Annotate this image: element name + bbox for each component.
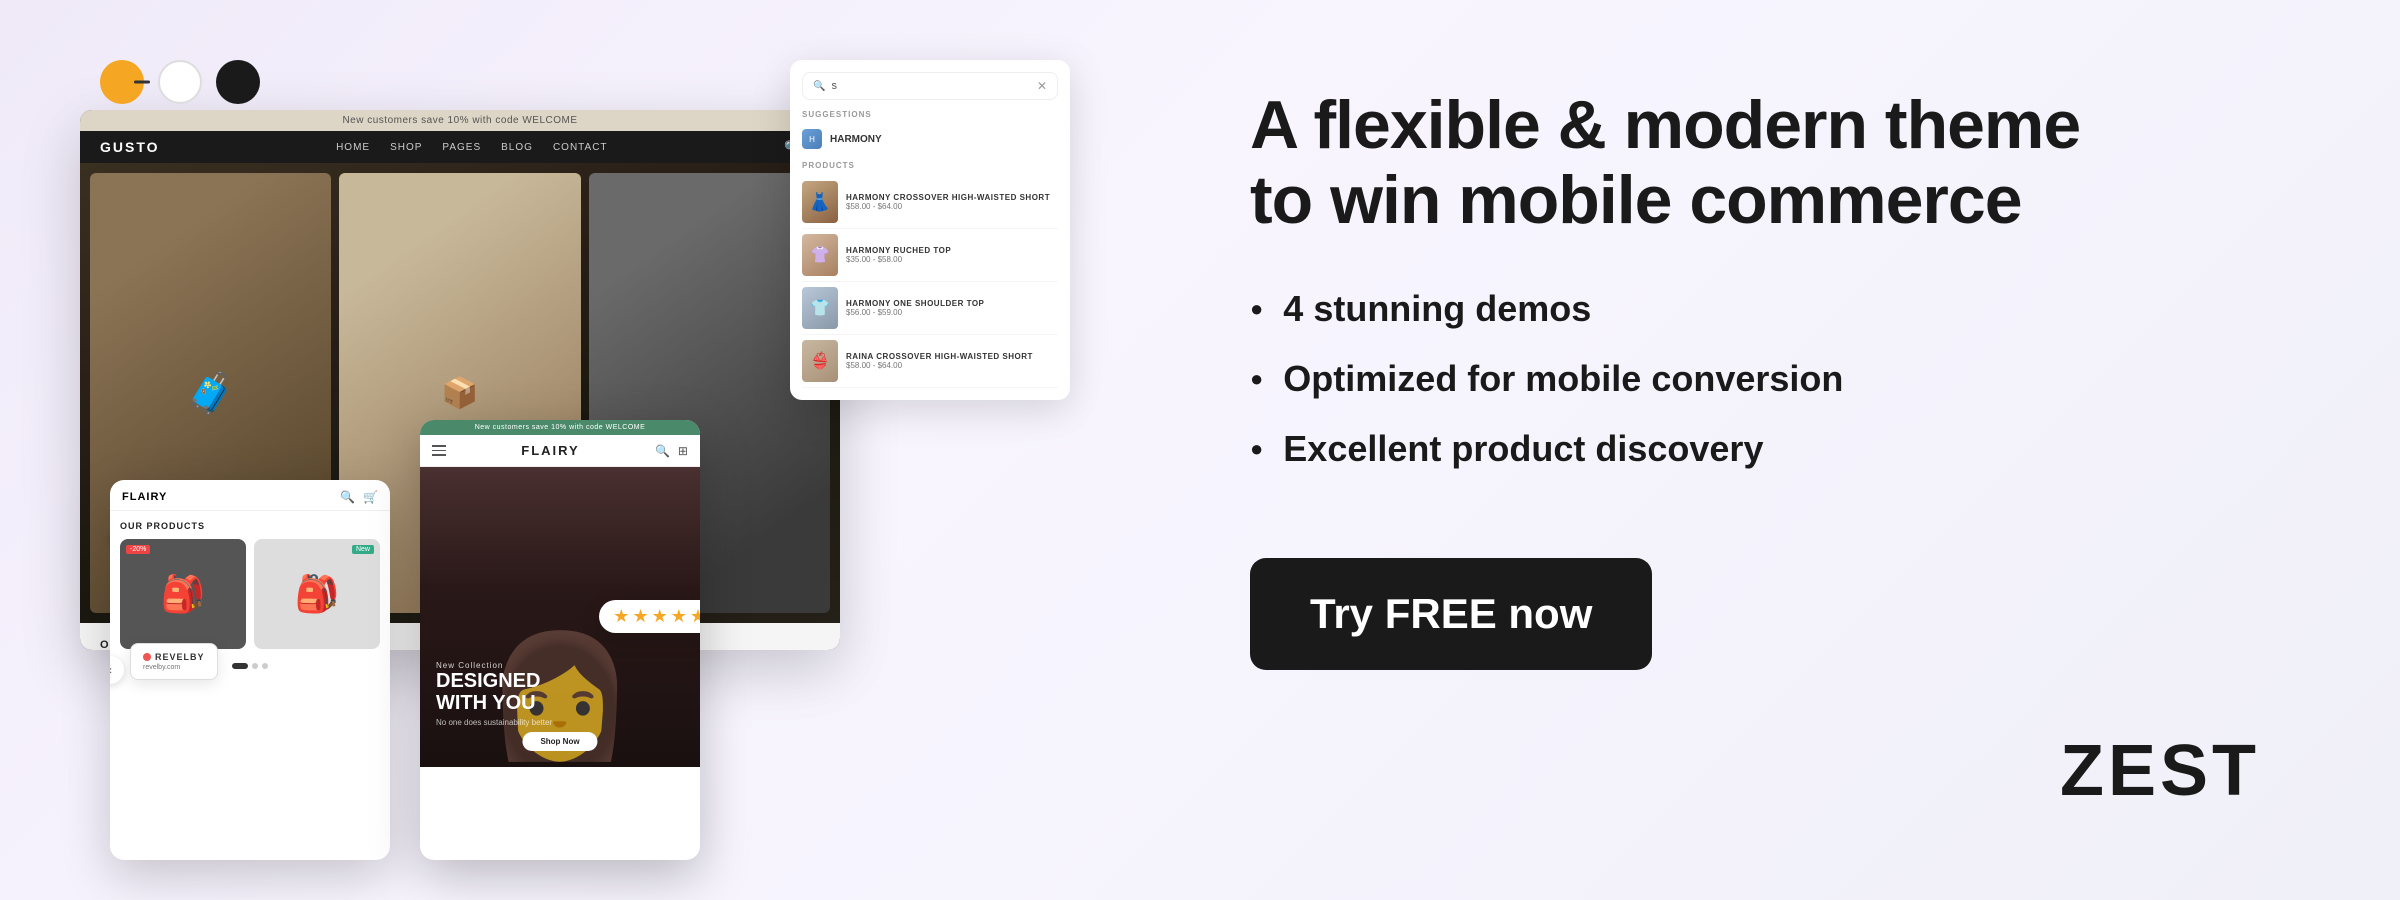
feature-1: 4 stunning demos [1250,288,2260,330]
nav-contact[interactable]: CONTACT [553,142,608,153]
hero-subtitle-mobile-2: No one does sustainability better [436,718,552,727]
nav-dots [100,60,260,104]
revelry-dot [143,653,151,661]
revelry-text: revelby.com [143,664,205,671]
star-2: ★ [632,606,648,627]
mobile-2-search-icon[interactable]: 🔍 [655,444,670,458]
mobile-product-img-1: 🎒 [120,539,246,649]
mobile-product-row: 🎒 -20% 🎒 New [120,539,380,649]
search-result-4[interactable]: 👙 RAINA CROSSOVER HIGH-WAISTED SHORT $58… [802,335,1058,388]
search-input-value[interactable]: s [831,80,1036,92]
search-info-3: HARMONY ONE SHOULDER TOP $56.00 - $59.00 [846,299,984,317]
new-collection-tag: New Collection [436,661,552,670]
suggestion-item[interactable]: H HARMONY [802,125,1058,153]
hero-headline-mobile-2: DESIGNED WITH YOU [436,670,552,714]
mobile-2-header: FLAIRY 🔍 ⊞ [420,435,700,467]
nav-links: HOME SHOP PAGES BLOG CONTACT [336,142,607,153]
site-header: GUSTO HOME SHOP PAGES BLOG CONTACT 🔍 🛒 [80,131,840,163]
welcome-bar: New customers save 10% with code WELCOME [80,110,840,131]
search-bar[interactable]: 🔍 s ✕ [802,72,1058,100]
star-4: ★ [671,606,687,627]
star-3: ★ [652,606,668,627]
search-popup: 🔍 s ✕ SUGGESTIONS H HARMONY PRODUCTS 👗 H… [790,60,1070,400]
mobile-product-1[interactable]: 🎒 -20% [120,539,246,649]
hamburger-menu-icon[interactable] [432,445,446,456]
search-product-price-3: $56.00 - $59.00 [846,308,984,317]
search-result-3[interactable]: 👕 HARMONY ONE SHOULDER TOP $56.00 - $59.… [802,282,1058,335]
search-product-price-4: $58.00 - $64.00 [846,361,1033,370]
stars-badge: ★ ★ ★ ★ ★ [599,600,700,633]
products-search-label: PRODUCTS [802,161,1058,170]
mobile-section-title: OUR PRODUCTS [120,521,380,531]
mobile-2-grid-icon[interactable]: ⊞ [678,444,688,458]
star-1: ★ [613,606,629,627]
suggestion-text: HARMONY [830,134,882,145]
nav-dot-1[interactable] [232,663,248,669]
features-list: 4 stunning demos Optimized for mobile co… [1250,288,2260,498]
search-product-name-2: HARMONY RUCHED TOP [846,246,951,255]
mobile-screenshot-1: ‹ FLAIRY 🔍 🛒 OUR PRODUCTS 🎒 -20% 🎒 [110,480,390,860]
mobile-1-header: FLAIRY 🔍 🛒 [110,480,390,511]
search-close-icon[interactable]: ✕ [1037,79,1047,93]
search-thumb-2: 👚 [802,234,838,276]
search-product-price-1: $58.00 - $64.00 [846,202,1050,211]
black-dot[interactable] [216,60,260,104]
mobile-product-2[interactable]: 🎒 New [254,539,380,649]
zest-logo: ZEST [2060,730,2260,812]
nav-shop[interactable]: SHOP [390,142,422,153]
mobile-2-shop-now-btn[interactable]: Shop Now [522,732,597,751]
white-dot[interactable] [158,60,202,104]
search-product-price-2: $35.00 - $58.00 [846,255,951,264]
search-info-4: RAINA CROSSOVER HIGH-WAISTED SHORT $58.0… [846,352,1033,370]
suggestion-icon: H [802,129,822,149]
mobile-brand-2: FLAIRY [521,443,579,458]
mobile-search-icon[interactable]: 🔍 [340,490,355,504]
search-info-1: HARMONY CROSSOVER HIGH-WAISTED SHORT $58… [846,193,1050,211]
suggestions-label: SUGGESTIONS [802,110,1058,119]
star-5: ★ [690,606,700,627]
cta-button[interactable]: Try FREE now [1250,558,1652,670]
main-container: New customers save 10% with code WELCOME… [0,0,2400,900]
orange-dot[interactable] [100,60,144,104]
search-product-name-3: HARMONY ONE SHOULDER TOP [846,299,984,308]
mobile-sale-badge: -20% [126,545,150,554]
nav-pages[interactable]: PAGES [442,142,481,153]
mobile-screenshot-2: ★ ★ ★ ★ ★ New customers save 10% with co… [420,420,700,860]
search-product-name-1: HARMONY CROSSOVER HIGH-WAISTED SHORT [846,193,1050,202]
main-headline: A flexible & modern theme to win mobile … [1250,88,2260,238]
mobile-product-img-2: 🎒 [254,539,380,649]
feature-2: Optimized for mobile conversion [1250,358,2260,400]
nav-home[interactable]: HOME [336,142,370,153]
mobile-new-badge: New [352,545,374,554]
mobile-2-welcome-bar: New customers save 10% with code WELCOME [420,420,700,435]
revelry-card: REVELBY revelby.com [130,643,218,680]
search-thumb-3: 👕 [802,287,838,329]
nav-dot-2[interactable] [252,663,258,669]
store-brand: GUSTO [100,139,160,155]
left-panel: New customers save 10% with code WELCOME… [80,40,1130,860]
mobile-brand-1: FLAIRY [122,491,167,503]
mobile-icons-1: 🔍 🛒 [340,490,378,504]
search-thumb-4: 👙 [802,340,838,382]
search-info-2: HARMONY RUCHED TOP $35.00 - $58.00 [846,246,951,264]
mobile-cart-icon[interactable]: 🛒 [363,490,378,504]
mobile-2-icons: 🔍 ⊞ [655,444,688,458]
search-icon-popup: 🔍 [813,81,825,92]
search-product-name-4: RAINA CROSSOVER HIGH-WAISTED SHORT [846,352,1033,361]
search-thumb-1: 👗 [802,181,838,223]
feature-3: Excellent product discovery [1250,428,2260,470]
mobile-2-hero-text: New Collection DESIGNED WITH YOU No one … [436,661,552,727]
search-result-1[interactable]: 👗 HARMONY CROSSOVER HIGH-WAISTED SHORT $… [802,176,1058,229]
zest-wordmark: ZEST [2060,730,2260,812]
nav-dot-3[interactable] [262,663,268,669]
revelry-brand: REVELBY [143,652,205,662]
search-result-2[interactable]: 👚 HARMONY RUCHED TOP $35.00 - $58.00 [802,229,1058,282]
nav-blog[interactable]: BLOG [501,142,533,153]
right-panel: A flexible & modern theme to win mobile … [1190,48,2320,852]
